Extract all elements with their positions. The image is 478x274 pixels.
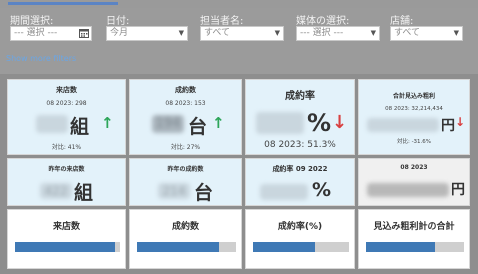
arrow-down-icon: ↓ [455,115,466,129]
progress-bar [253,242,349,252]
kpi-value-redacted [256,112,304,134]
bar-card-visits: 来店数 [7,209,126,269]
kpi-unit: 円 [441,118,455,134]
date-filter-value: 今月 [110,28,129,38]
chevron-down-icon: ▼ [274,29,280,37]
media-filter-value: --- 選択 --- [300,28,344,38]
kpi-title: 成約率 09 2022 [272,165,328,173]
progress-bar-fill [253,242,316,252]
kpi-unit: 円 [451,182,465,198]
kpi-title: 合計見込み粗利 [392,93,435,100]
progress-bar [15,242,120,252]
bar-card-title: 見込み粗利計の合計 [373,222,455,232]
store-filter-value: すべて [394,28,421,38]
bar-card-title: 成約数 [171,222,199,232]
period-filter-value: --- 選択 --- [14,28,58,38]
kpi-card-rate-last-year: 成約率 09 2022 % [245,158,355,206]
kpi-unit: 組 [74,182,94,204]
kpi-card-profit: 合計見込み粗利 08 2023: 32,214,434 円 ↓ 対比: -31.… [358,79,470,155]
staff-filter-label: 担当者名: [200,16,244,27]
media-filter-label: 媒体の選択: [296,16,350,27]
store-filter-select[interactable]: すべて ▼ [390,26,463,41]
progress-bar-fill [366,242,435,252]
kpi-ratio: 対比: 27% [170,144,201,151]
period-filter-input[interactable]: --- 選択 --- [10,26,92,41]
chevron-down-icon: ▼ [178,29,184,37]
kpi-unit: 組 [70,116,90,138]
kpi-card-contracts: 成約数 08 2023: 153 194 台 ↑ 対比: 27% [129,79,242,155]
kpi-card-contracts-last-year: 昨年の成約数 214 台 [129,158,242,206]
kpi-title: 成約率 [285,91,315,102]
kpi-value-redacted [367,183,449,197]
staff-filter-value: すべて [204,28,231,38]
filter-panel: 期間選択: --- 選択 --- 日付: 今月 ▼ 担当者名: すべて ▼ 媒体… [0,8,478,74]
date-filter-select[interactable]: 今月 ▼ [106,26,188,41]
calendar-icon[interactable] [79,28,89,38]
progress-bar [366,242,464,252]
kpi-prev-rate: 08 2023: 51.3% [264,140,336,150]
period-filter-label: 期間選択: [10,16,54,27]
store-filter-label: 店舗: [390,16,414,27]
kpi-value: 214 [158,183,190,199]
kpi-value: 422 [40,183,72,199]
kpi-value-redacted [36,115,68,133]
kpi-title: 昨年の来店数 [48,166,85,173]
bar-card-title: 成約率(%) [277,222,323,232]
arrow-down-icon: ↓ [332,112,348,133]
bar-card-contracts: 成約数 [129,209,242,269]
kpi-card-profit-previous: 08 2023 円 [358,158,470,206]
kpi-ratio: 対比: -31.6% [396,139,432,145]
progress-bar-fill [137,242,220,252]
chevron-down-icon: ▼ [453,29,459,37]
top-bar [0,0,478,8]
arrow-up-icon: ↑ [212,114,225,132]
kpi-ratio: 対比: 41% [51,144,82,151]
kpi-card-visits: 来店数 08 2023: 298 組 ↑ 対比: 41% [7,79,126,155]
kpi-title: 08 2023 [400,164,428,171]
chevron-down-icon: ▼ [370,29,376,37]
kpi-value: 194 [152,115,184,133]
arrow-up-icon: ↑ [101,114,114,132]
kpi-unit: % [307,109,332,137]
kpi-value-redacted [367,118,439,132]
kpi-unit: % [312,179,332,201]
active-tab-indicator [8,2,118,5]
kpi-value-redacted [260,184,308,200]
kpi-prev-value: 08 2023: 298 [46,100,87,107]
kpi-prev-value: 08 2023: 153 [165,100,206,107]
kpi-card-visits-last-year: 昨年の来店数 422 組 [7,158,126,206]
show-more-filters-link[interactable]: Show more filters [6,54,76,63]
kpi-title: 来店数 [56,86,77,94]
kpi-unit: 台 [188,116,208,138]
bar-card-profit: 見込み粗利計の合計 [358,209,470,269]
bar-card-rate: 成約率(%) [245,209,355,269]
kpi-title: 成約数 [175,86,196,94]
kpi-prev-value: 08 2023: 32,214,434 [385,106,443,112]
progress-bar [137,242,236,252]
date-filter-label: 日付: [106,16,130,27]
kpi-title: 昨年の成約数 [167,166,204,173]
kpi-card-rate: 成約率 % ↓ 08 2023: 51.3% [245,79,355,155]
staff-filter-select[interactable]: すべて ▼ [200,26,284,41]
progress-bar-fill [15,242,115,252]
kpi-unit: 台 [194,182,214,204]
bar-card-title: 来店数 [52,222,80,232]
media-filter-select[interactable]: --- 選択 --- ▼ [296,26,380,41]
